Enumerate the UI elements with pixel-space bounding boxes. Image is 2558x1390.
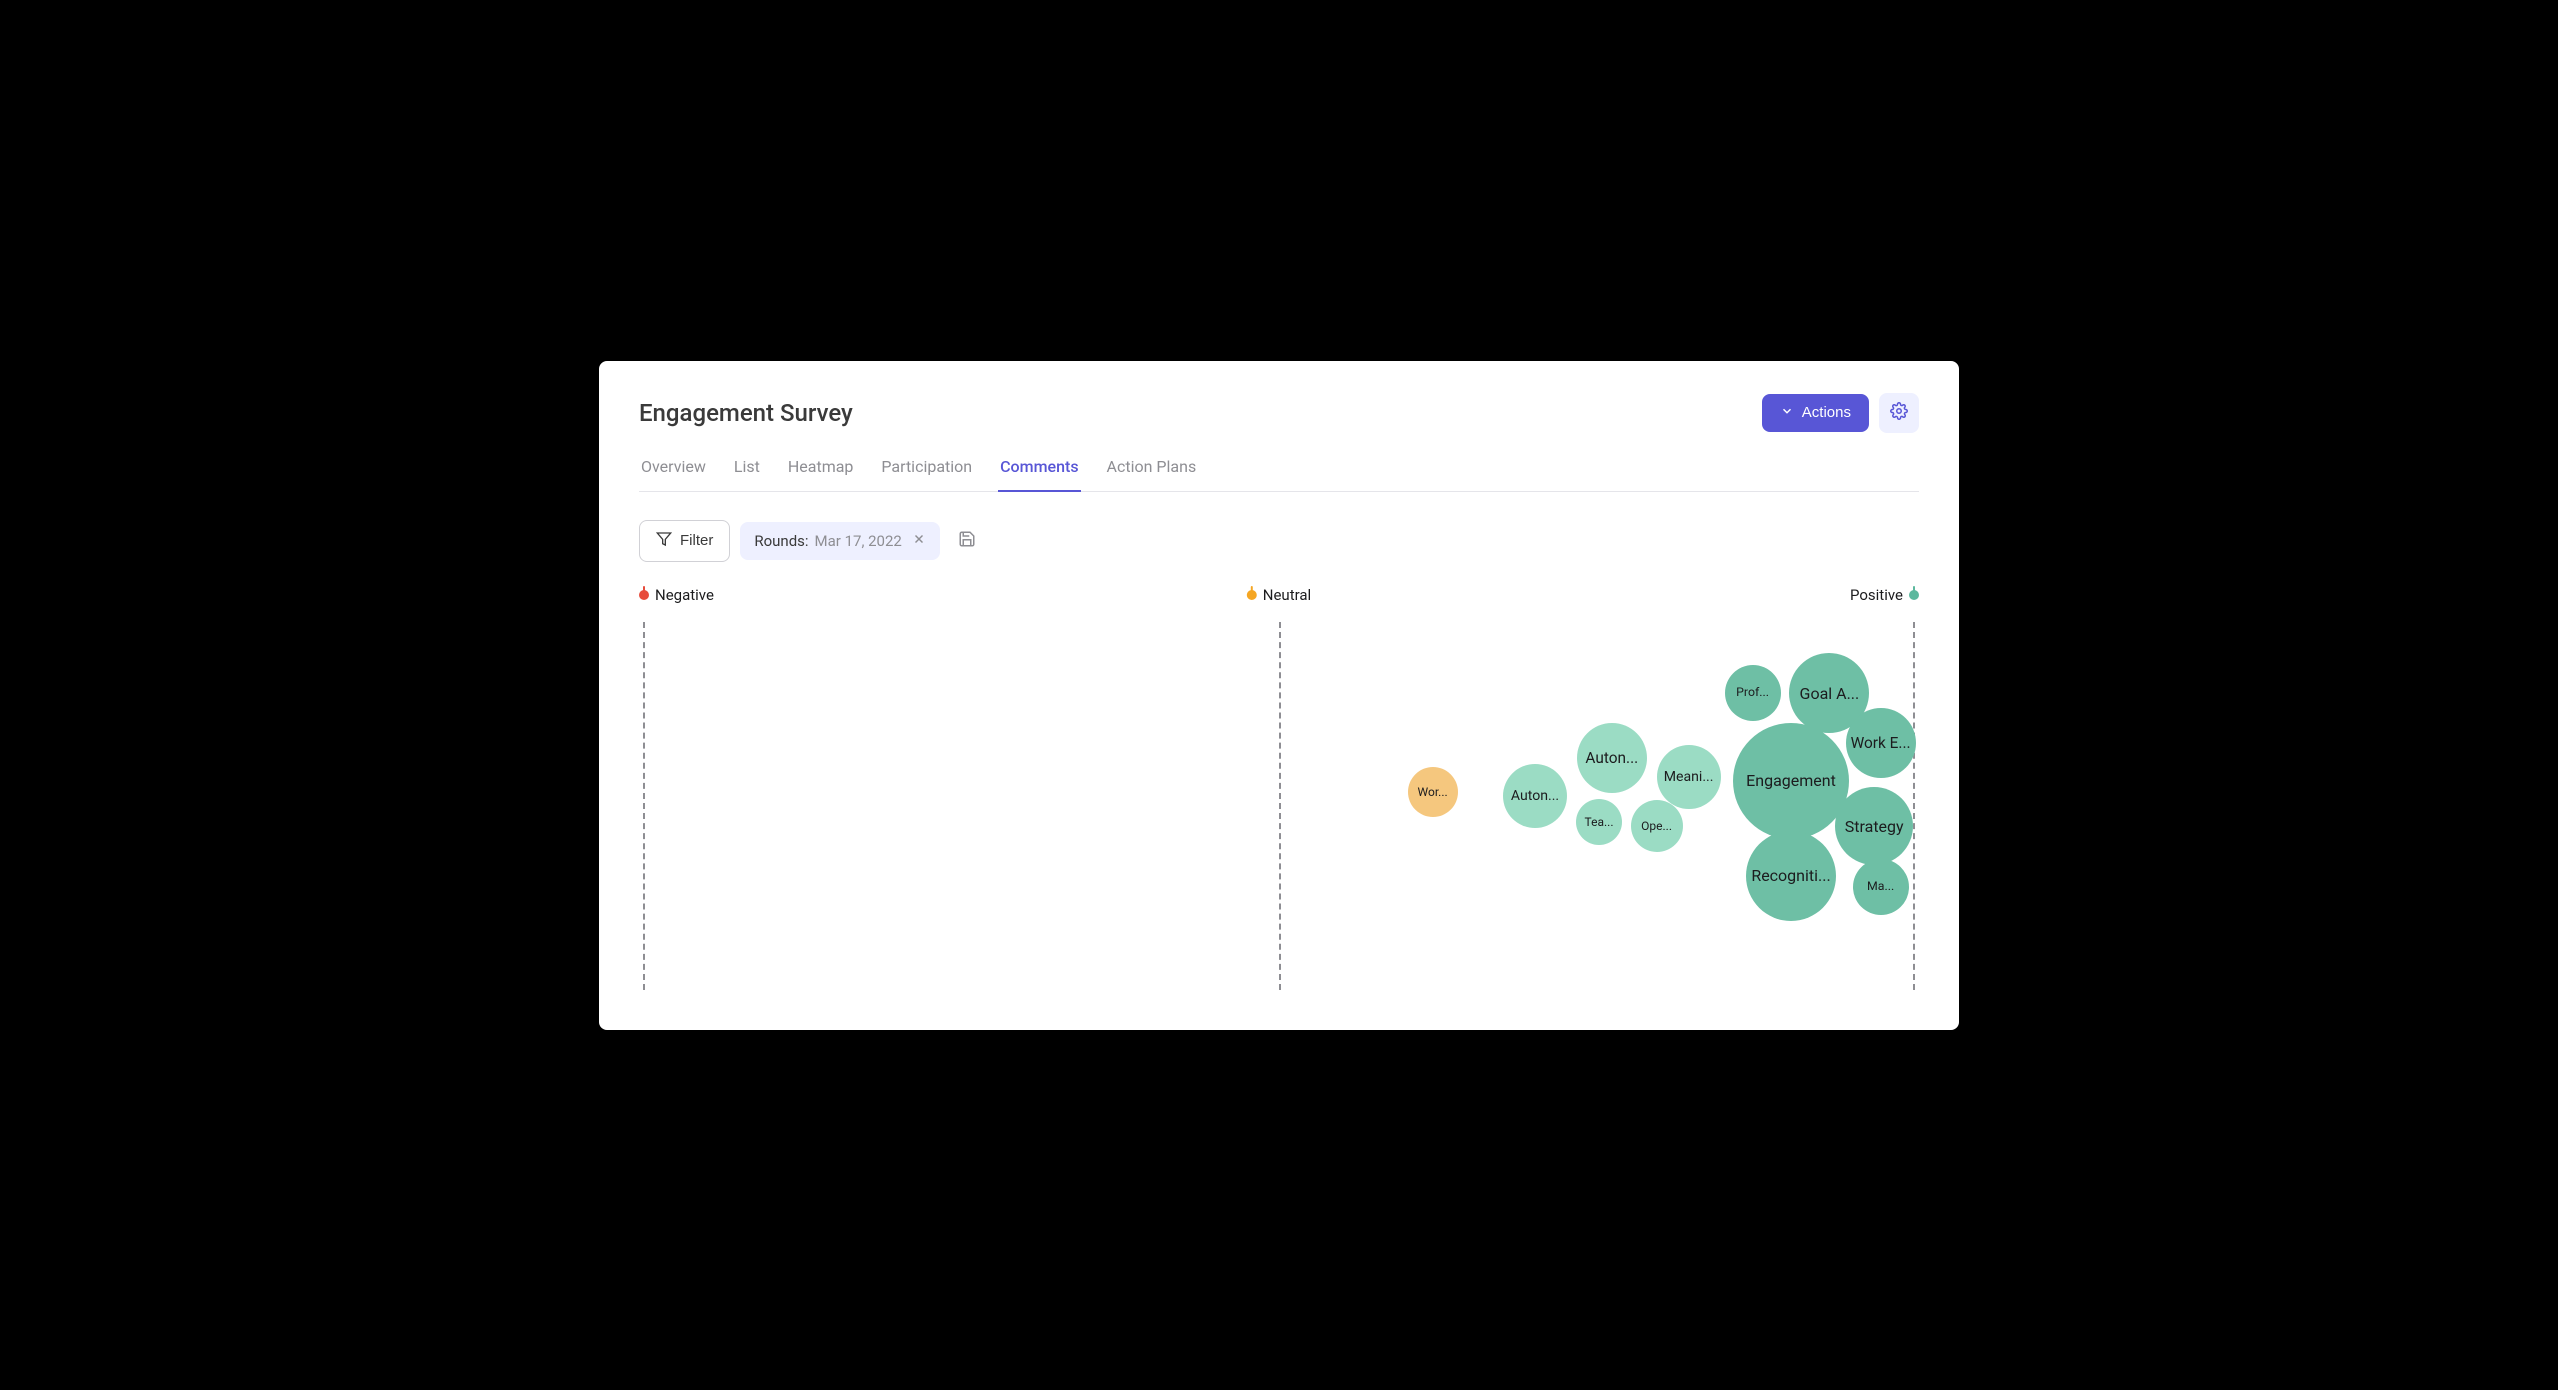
bubble-8[interactable]: Engagement (1733, 723, 1849, 839)
axis-label-negative: Negative (639, 586, 714, 604)
chevron-down-icon (1780, 404, 1794, 422)
filter-chip-label: Rounds: (754, 532, 808, 550)
bubble-3[interactable]: Tea... (1576, 799, 1622, 845)
actions-label: Actions (1802, 404, 1851, 421)
actions-button[interactable]: Actions (1762, 394, 1869, 432)
bubble-2[interactable]: Auton... (1577, 723, 1647, 793)
save-filter-button[interactable] (950, 522, 984, 559)
bubble-0[interactable]: Wor... (1408, 767, 1458, 817)
filter-label: Filter (680, 532, 713, 549)
bubble-1[interactable]: Auton... (1503, 764, 1567, 828)
tab-heatmap[interactable]: Heatmap (786, 449, 856, 492)
positive-dot-icon (1909, 590, 1919, 600)
save-icon (958, 536, 976, 551)
tab-participation[interactable]: Participation (879, 449, 974, 492)
bubble-9[interactable]: Work E... (1846, 708, 1916, 778)
header: Engagement Survey Actions (639, 393, 1919, 433)
tab-list[interactable]: List (732, 449, 762, 492)
bubble-10[interactable]: Strategy (1835, 787, 1913, 865)
negative-dot-icon (639, 590, 649, 600)
tab-action-plans[interactable]: Action Plans (1105, 449, 1199, 492)
bubble-11[interactable]: Recogniti... (1746, 831, 1836, 921)
filter-button[interactable]: Filter (639, 520, 730, 562)
bubble-6[interactable]: Prof... (1725, 665, 1781, 721)
tabs: Overview List Heatmap Participation Comments… (639, 449, 1919, 492)
header-actions: Actions (1762, 393, 1919, 433)
bubble-12[interactable]: Ma... (1853, 859, 1909, 915)
filter-chip-rounds[interactable]: Rounds: Mar 17, 2022 (740, 522, 940, 560)
close-icon[interactable] (912, 532, 926, 550)
tab-overview[interactable]: Overview (639, 449, 708, 492)
bubbles-container: Wor...Auton...Auton...Tea...Ope...Meani.… (639, 610, 1919, 990)
gear-icon (1890, 402, 1908, 423)
axis-label-neutral: Neutral (1247, 586, 1311, 604)
sentiment-bubble-chart: Wor...Auton...Auton...Tea...Ope...Meani.… (639, 610, 1919, 990)
axis-label-positive: Positive (1850, 586, 1919, 604)
filter-icon (656, 531, 672, 551)
bubble-4[interactable]: Ope... (1631, 800, 1683, 852)
bubble-5[interactable]: Meani... (1657, 745, 1721, 809)
settings-button[interactable] (1879, 393, 1919, 433)
neutral-dot-icon (1247, 590, 1257, 600)
tab-comments[interactable]: Comments (998, 449, 1080, 492)
axis-labels: Negative Neutral Positive (639, 586, 1919, 606)
survey-card: Engagement Survey Actions Overview List He… (599, 361, 1959, 1030)
filter-chip-value: Mar 17, 2022 (815, 532, 902, 550)
filter-row: Filter Rounds: Mar 17, 2022 (639, 520, 1919, 562)
page-title: Engagement Survey (639, 399, 853, 427)
